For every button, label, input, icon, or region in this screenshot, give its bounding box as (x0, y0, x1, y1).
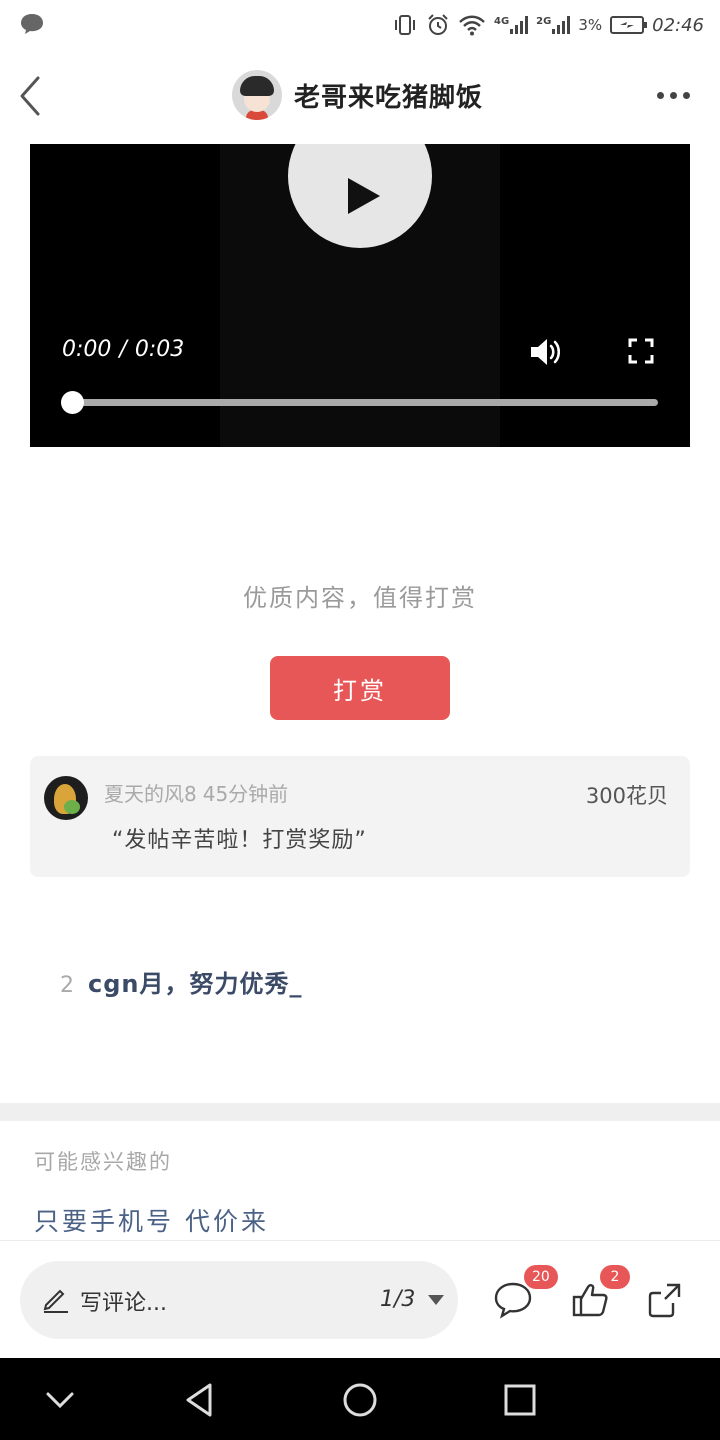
video-player[interactable]: 0:00 / 0:03 (30, 144, 690, 447)
more-options-icon[interactable] (657, 92, 690, 99)
reward-meta: 夏天的风8 45分钟前 (104, 778, 288, 807)
rewarder-name[interactable]: 夏天的风8 (104, 778, 197, 807)
fullscreen-icon[interactable] (628, 338, 654, 364)
battery-charging-icon (610, 16, 648, 34)
bottom-action-bar: 写评论... 1/3 20 2 (0, 1240, 720, 1358)
message-notification-icon (21, 14, 43, 34)
video-time-display: 0:00 / 0:03 (62, 337, 184, 362)
related-heading: 可能感兴趣的 (34, 1150, 172, 1174)
pen-icon (43, 1289, 68, 1313)
back-arrow-icon[interactable] (14, 74, 48, 118)
system-nav-bar (0, 1358, 720, 1440)
share-icon[interactable] (645, 1279, 687, 1321)
play-icon (348, 178, 380, 214)
video-time-separator: / (119, 337, 127, 362)
page-title: 老哥来吃猪脚饭 (294, 82, 484, 113)
reward-amount: 300花贝 (585, 784, 668, 808)
network-4g-label: 4G (493, 16, 510, 27)
signal-4g-icon: 4G (493, 16, 529, 34)
wifi-icon (459, 15, 485, 36)
section-divider (0, 1103, 720, 1121)
comment-input[interactable]: 写评论... 1/3 (20, 1261, 458, 1339)
comment-count-badge: 20 (524, 1265, 558, 1289)
chevron-down-icon[interactable] (40, 1380, 80, 1420)
video-progress-bar[interactable] (61, 391, 658, 414)
tip-button[interactable]: 打赏 (270, 656, 450, 720)
network-2g-label: 2G (536, 16, 552, 27)
thread-title-group[interactable]: 老哥来吃猪脚饭 (232, 70, 483, 120)
nav-back-icon[interactable] (180, 1380, 220, 1420)
page-dropdown-caret-icon[interactable] (428, 1295, 444, 1305)
reward-time: 45分钟前 (202, 782, 289, 806)
tip-prompt: 优质内容，值得打赏 (243, 584, 477, 612)
author-avatar[interactable] (232, 70, 282, 120)
reward-message: “发帖辛苦啦！打赏奖励” (112, 828, 367, 853)
post-content: 2 cgn月，努力优秀_ (60, 964, 303, 999)
top-nav-bar: 老哥来吃猪脚饭 (0, 50, 720, 144)
comment-placeholder: 写评论... (80, 1291, 167, 1316)
volume-icon[interactable] (528, 336, 564, 368)
nav-recents-icon[interactable] (500, 1380, 540, 1420)
nav-home-icon[interactable] (340, 1380, 380, 1420)
post-floor-number: 2 (60, 973, 74, 998)
reward-card: 夏天的风8 45分钟前 300花贝 “发帖辛苦啦！打赏奖励” (30, 756, 690, 877)
page-indicator[interactable]: 1/3 (380, 1287, 415, 1312)
rewarder-avatar[interactable] (44, 776, 88, 820)
status-icons: 4G 2G 3% 02:46 (392, 10, 704, 40)
signal-2g-icon: 2G (536, 16, 571, 34)
battery-percent: 3% (578, 16, 603, 34)
clock: 02:46 (652, 14, 704, 36)
alarm-icon (428, 14, 448, 35)
post-text: cgn月，努力优秀_ (88, 970, 303, 998)
video-progress-thumb[interactable] (61, 391, 84, 414)
video-duration: 0:03 (134, 337, 185, 362)
status-bar: 4G 2G 3% 02:46 (0, 0, 720, 50)
like-count-badge: 2 (600, 1265, 630, 1289)
vibrate-icon (394, 15, 415, 35)
related-item-link[interactable]: 只要手机号 代价来 (34, 1202, 269, 1238)
video-current-time: 0:00 (62, 337, 112, 362)
